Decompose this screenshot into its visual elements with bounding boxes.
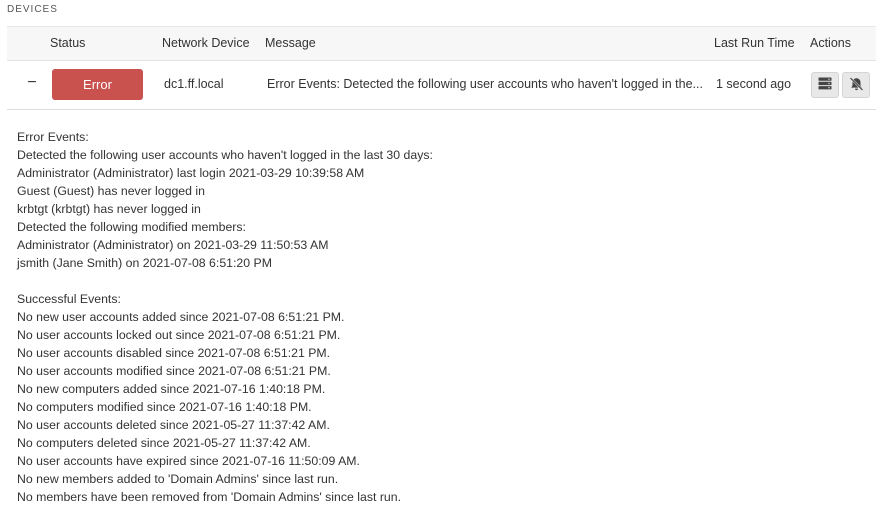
section-title: DEVICES [7, 4, 58, 15]
header-last-run-time[interactable]: Last Run Time [714, 36, 795, 50]
last-run-time-cell: 1 second ago [716, 77, 792, 91]
mute-alerts-button[interactable] [842, 72, 870, 98]
detail-line: No user accounts disabled since 2021-07-… [17, 346, 331, 360]
header-network-device[interactable]: Network Device [162, 36, 250, 50]
detail-line: No user accounts locked out since 2021-0… [17, 328, 341, 342]
header-actions: Actions [810, 36, 851, 50]
server-icon [818, 77, 832, 93]
detail-line: No user accounts have expired since 2021… [17, 454, 360, 468]
detail-line: Detected the following modified members: [17, 220, 246, 234]
detail-line: Guest (Guest) has never logged in [17, 184, 205, 198]
table-row[interactable]: − Error dc1.ff.local Error Events: Detec… [7, 61, 876, 110]
header-status[interactable]: Status [50, 36, 85, 50]
details-panel: Error Events: Detected the following use… [17, 128, 433, 506]
detail-line: Successful Events: [17, 292, 121, 306]
detail-line: Error Events: [17, 130, 89, 144]
detail-line: No computers modified since 2021-07-16 1… [17, 400, 312, 414]
table-header: Status Network Device Message Last Run T… [7, 26, 876, 61]
detail-line: Administrator (Administrator) on 2021-03… [17, 238, 329, 252]
collapse-toggle[interactable]: − [25, 75, 39, 91]
detail-line: krbtgt (krbtgt) has never logged in [17, 202, 201, 216]
view-details-button[interactable] [811, 72, 839, 98]
detail-line: No members have been removed from 'Domai… [17, 490, 402, 504]
message-cell: Error Events: Detected the following use… [267, 77, 703, 91]
network-device-cell[interactable]: dc1.ff.local [164, 77, 254, 91]
detail-line: No new user accounts added since 2021-07… [17, 310, 345, 324]
header-message[interactable]: Message [265, 36, 316, 50]
bell-slash-icon [849, 76, 864, 94]
detail-line: No user accounts modified since 2021-07-… [17, 364, 331, 378]
detail-line: jsmith (Jane Smith) on 2021-07-08 6:51:2… [17, 256, 272, 270]
detail-line: No new members added to 'Domain Admins' … [17, 472, 339, 486]
detail-line: No user accounts deleted since 2021-05-2… [17, 418, 330, 432]
detail-line: Administrator (Administrator) last login… [17, 166, 365, 180]
detail-line: Detected the following user accounts who… [17, 148, 433, 162]
detail-line: No new computers added since 2021-07-16 … [17, 382, 326, 396]
devices-table: Status Network Device Message Last Run T… [7, 26, 876, 110]
status-badge: Error [52, 69, 143, 100]
detail-line: No computers deleted since 2021-05-27 11… [17, 436, 311, 450]
